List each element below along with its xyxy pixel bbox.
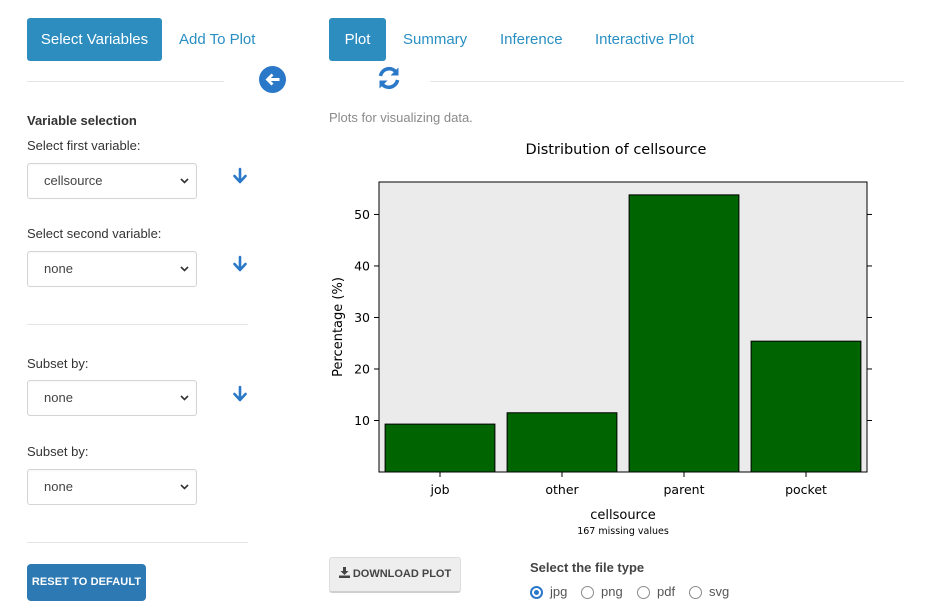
bar-other — [506, 412, 618, 473]
sidebar-divider-middle — [27, 324, 248, 325]
download-plot-button[interactable]: DOWNLOAD PLOT — [329, 557, 461, 593]
arrow-down-icon[interactable] — [232, 385, 248, 403]
bar-job — [384, 423, 496, 473]
radio-pdf-label[interactable]: pdf — [657, 584, 675, 599]
y-tick-label: 10 — [354, 413, 370, 428]
download-plot-label: DOWNLOAD PLOT — [352, 568, 452, 580]
plot-description: Plots for visualizing data. — [329, 110, 473, 125]
chevron-down-icon — [180, 178, 189, 184]
chevron-down-icon — [180, 395, 189, 401]
subset2-label: Subset by: — [27, 444, 89, 459]
file-type-radio-group: jpg png pdf svg — [530, 584, 750, 602]
left-divider-top — [27, 81, 224, 82]
chevron-down-icon — [180, 266, 189, 272]
x-tick-label: job — [429, 482, 449, 497]
y-tick-label: 50 — [354, 207, 370, 222]
variable-selection-heading: Variable selection — [27, 113, 137, 128]
radio-png-label[interactable]: png — [601, 584, 623, 599]
right-divider-top — [430, 81, 904, 82]
x-axis-label: cellsource — [590, 508, 656, 523]
chevron-down-icon — [180, 484, 189, 490]
chart-title: Distribution of cellsource — [526, 142, 707, 158]
radio-jpg[interactable] — [530, 586, 543, 599]
arrow-circle-left-icon[interactable] — [259, 66, 286, 93]
download-icon — [338, 567, 350, 578]
file-type-label: Select the file type — [530, 560, 645, 575]
radio-png[interactable] — [581, 586, 594, 599]
reset-to-default-button[interactable]: RESET TO DEFAULT — [27, 564, 146, 601]
subset2-select[interactable]: none — [27, 469, 197, 505]
tab-add-to-plot[interactable]: Add To Plot — [179, 18, 255, 61]
x-tick-label: other — [545, 482, 579, 497]
second-variable-label: Select second variable: — [27, 226, 162, 241]
refresh-icon[interactable] — [376, 65, 402, 91]
y-tick-label: 20 — [354, 361, 370, 376]
subset1-select[interactable]: none — [27, 380, 197, 416]
bar-parent — [628, 194, 740, 473]
second-variable-value: none — [44, 261, 73, 276]
bar-pocket — [750, 340, 862, 473]
y-tick-label: 40 — [354, 258, 370, 273]
subset2-value: none — [44, 479, 73, 494]
tab-summary[interactable]: Summary — [403, 18, 467, 61]
y-tick-label: 30 — [354, 310, 370, 325]
chart-subtitle: 167 missing values — [577, 526, 669, 537]
first-variable-select[interactable]: cellsource — [27, 163, 197, 199]
arrow-down-icon[interactable] — [232, 167, 248, 185]
arrow-down-icon[interactable] — [232, 255, 248, 273]
bar-chart: Distribution of cellsource job other paren… — [331, 142, 872, 537]
subset1-value: none — [44, 390, 73, 405]
y-axis-label: Percentage (%) — [331, 277, 346, 377]
first-variable-value: cellsource — [44, 173, 103, 188]
x-tick-label: pocket — [785, 482, 827, 497]
first-variable-label: Select first variable: — [27, 138, 141, 153]
tab-interactive-plot[interactable]: Interactive Plot — [595, 18, 694, 61]
sidebar-divider-bottom — [27, 542, 248, 543]
subset1-label: Subset by: — [27, 356, 89, 371]
tab-plot[interactable]: Plot — [329, 18, 386, 61]
tab-select-variables[interactable]: Select Variables — [27, 18, 162, 61]
radio-svg-label[interactable]: svg — [709, 584, 729, 599]
radio-jpg-label[interactable]: jpg — [550, 584, 567, 599]
second-variable-select[interactable]: none — [27, 251, 197, 287]
tab-inference[interactable]: Inference — [500, 18, 563, 61]
radio-svg[interactable] — [689, 586, 702, 599]
radio-pdf[interactable] — [637, 586, 650, 599]
x-tick-label: parent — [664, 482, 705, 497]
